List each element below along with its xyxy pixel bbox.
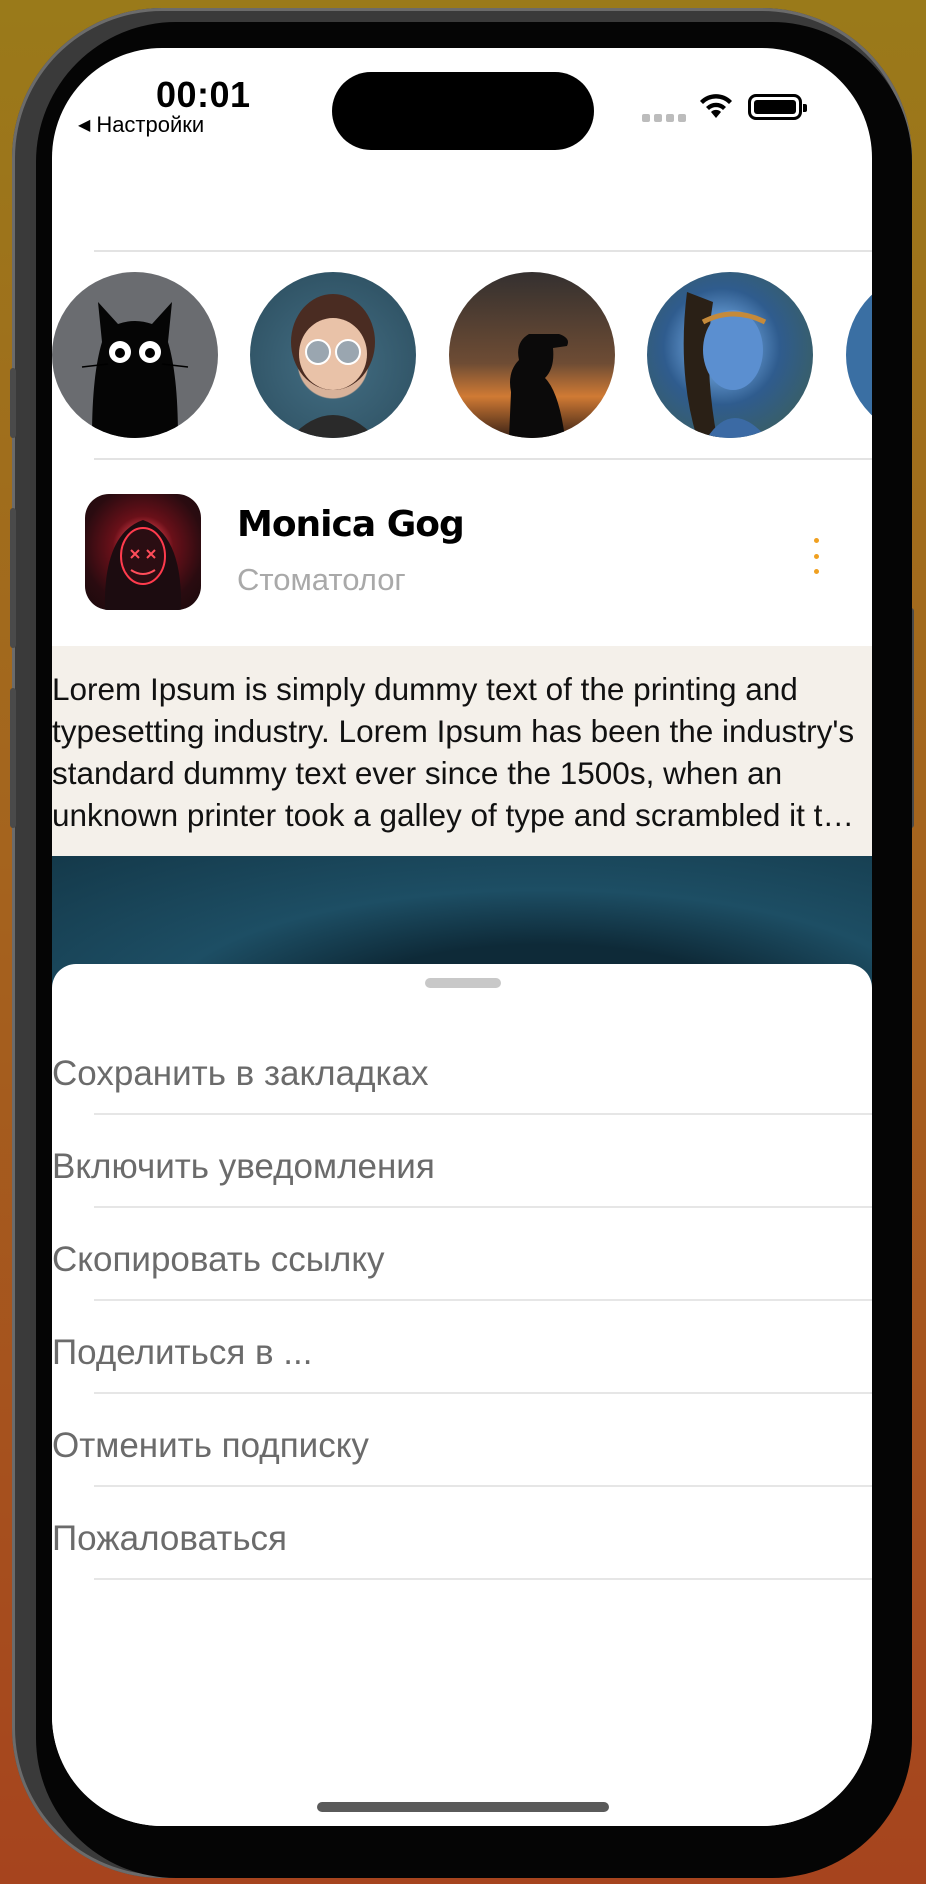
menu-divider bbox=[94, 1578, 872, 1580]
menu-item-bookmark[interactable]: Сохранить в закладках bbox=[52, 1022, 872, 1115]
story-avatar[interactable] bbox=[647, 272, 813, 438]
battery-icon bbox=[748, 94, 807, 120]
menu-item-notifications[interactable]: Включить уведомления bbox=[52, 1115, 872, 1208]
wifi-icon bbox=[700, 94, 732, 118]
back-label: Настройки bbox=[96, 112, 205, 137]
post-header: Monica Gog Стоматолог bbox=[85, 494, 872, 614]
menu-item-label: Пожаловаться bbox=[52, 1519, 288, 1558]
action-sheet: Сохранить в закладках Включить уведомлен… bbox=[52, 964, 872, 1826]
black-cat-image bbox=[81, 302, 189, 438]
story-avatar[interactable] bbox=[846, 272, 872, 438]
menu-item-report[interactable]: Пожаловаться bbox=[52, 1487, 872, 1580]
status-time: 00:01 bbox=[156, 74, 251, 115]
post-text-block: Lorem Ipsum is simply dummy text of the … bbox=[52, 646, 872, 856]
back-to-settings[interactable]: ◀ Настройки bbox=[78, 112, 204, 138]
menu-item-copy-link[interactable]: Скопировать ссылку bbox=[52, 1208, 872, 1301]
back-arrow-icon: ◀ bbox=[78, 117, 91, 134]
sheet-grabber[interactable] bbox=[425, 978, 501, 988]
action-menu: Сохранить в закладках Включить уведомлен… bbox=[52, 1022, 872, 1580]
menu-item-label: Сохранить в закладках bbox=[52, 1054, 429, 1093]
author-name[interactable]: Monica Gog bbox=[237, 504, 465, 545]
silhouette-image bbox=[509, 334, 568, 438]
story-avatar[interactable] bbox=[52, 272, 218, 438]
cartoon-girl-image bbox=[290, 294, 376, 438]
neon-mask-image bbox=[104, 520, 182, 610]
story-avatar[interactable] bbox=[250, 272, 416, 438]
navi-image bbox=[683, 292, 767, 438]
ring-switch bbox=[10, 368, 16, 438]
menu-item-label: Поделиться в ... bbox=[52, 1333, 313, 1372]
top-divider bbox=[94, 250, 872, 252]
post-text: Lorem Ipsum is simply dummy text of the … bbox=[52, 671, 855, 833]
dynamic-island bbox=[332, 72, 594, 150]
menu-item-label: Отменить подписку bbox=[52, 1426, 369, 1465]
volume-up-button bbox=[10, 508, 16, 648]
story-avatar[interactable] bbox=[449, 272, 615, 438]
home-indicator[interactable] bbox=[317, 1802, 609, 1812]
volume-down-button bbox=[10, 688, 16, 828]
stories-row bbox=[52, 272, 872, 440]
menu-item-unsubscribe[interactable]: Отменить подписку bbox=[52, 1394, 872, 1487]
cellular-signal-icon bbox=[642, 114, 686, 122]
author-avatar[interactable] bbox=[85, 494, 201, 610]
screen: 00:01 ◀ Настройки Monica Gog Стоматолог … bbox=[52, 48, 872, 1826]
menu-item-label: Скопировать ссылку bbox=[52, 1240, 385, 1279]
author-role: Стоматолог bbox=[237, 562, 406, 597]
menu-item-share[interactable]: Поделиться в ... bbox=[52, 1301, 872, 1394]
menu-item-label: Включить уведомления bbox=[52, 1147, 435, 1186]
stories-divider bbox=[94, 458, 872, 460]
more-options-icon[interactable] bbox=[811, 538, 821, 574]
